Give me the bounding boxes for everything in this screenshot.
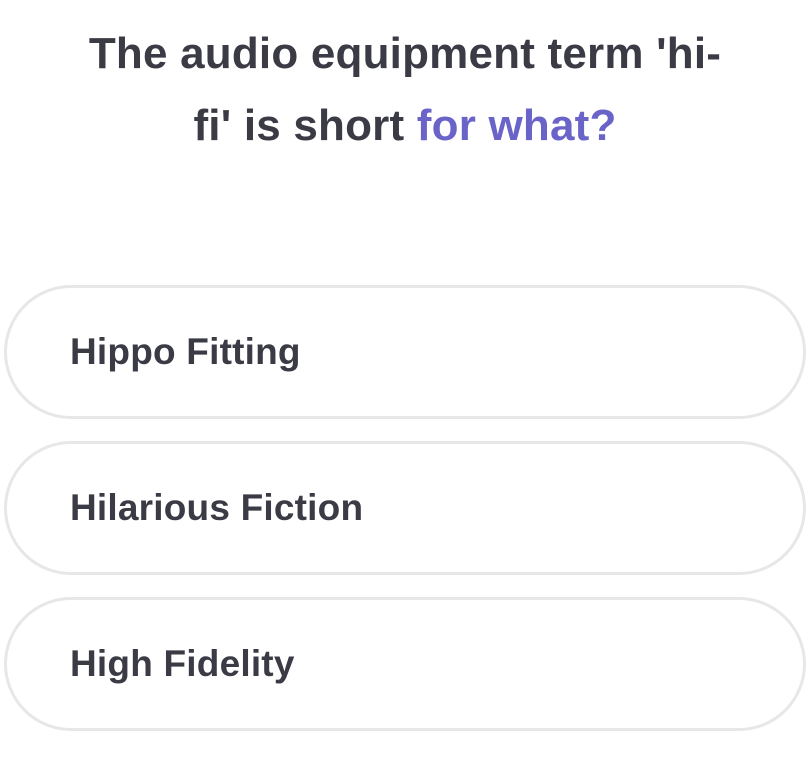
question-line-2-plain: fi' is short (193, 101, 417, 150)
answer-option-hippo-fitting[interactable]: Hippo Fitting (4, 285, 806, 419)
answer-option-high-fidelity[interactable]: High Fidelity (4, 597, 806, 731)
question-text: The audio equipment term 'hi- fi' is sho… (0, 18, 810, 162)
answer-option-hilarious-fiction[interactable]: Hilarious Fiction (4, 441, 806, 575)
answer-option-label: Hilarious Fiction (70, 487, 364, 528)
answer-option-label: High Fidelity (70, 643, 295, 684)
question-line-1: The audio equipment term 'hi- (88, 29, 722, 78)
answer-option-label: Hippo Fitting (70, 331, 301, 372)
question-line-2: fi' is short for what? (0, 90, 810, 162)
answer-options: Hippo Fitting Hilarious Fiction High Fid… (4, 285, 806, 753)
question-highlight: for what? (416, 101, 617, 150)
